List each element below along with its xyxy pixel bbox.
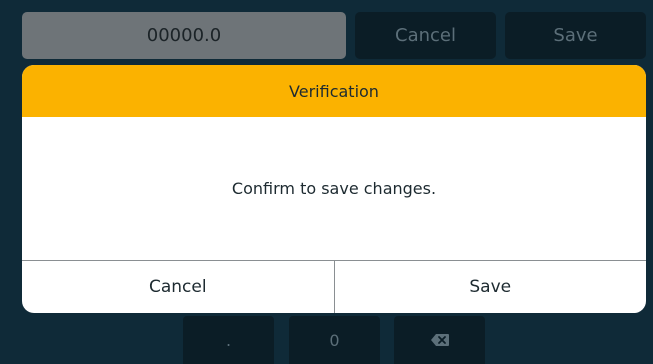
dialog-message: Confirm to save changes. bbox=[22, 117, 646, 261]
keypad-dot-key: . bbox=[183, 316, 274, 364]
dialog-save-button[interactable]: Save bbox=[335, 261, 647, 313]
background-save-button: Save bbox=[505, 12, 646, 59]
keypad-backspace-key bbox=[394, 316, 485, 364]
dialog-title: Verification bbox=[22, 65, 646, 117]
verification-dialog: Verification Confirm to save changes. Ca… bbox=[22, 65, 646, 313]
background-cancel-button: Cancel bbox=[355, 12, 496, 59]
value-display: 00000.0 bbox=[22, 12, 346, 59]
dialog-cancel-button[interactable]: Cancel bbox=[22, 261, 335, 313]
keypad-zero-key: 0 bbox=[289, 316, 380, 364]
backspace-icon bbox=[430, 333, 450, 347]
dialog-actions: Cancel Save bbox=[22, 261, 646, 313]
